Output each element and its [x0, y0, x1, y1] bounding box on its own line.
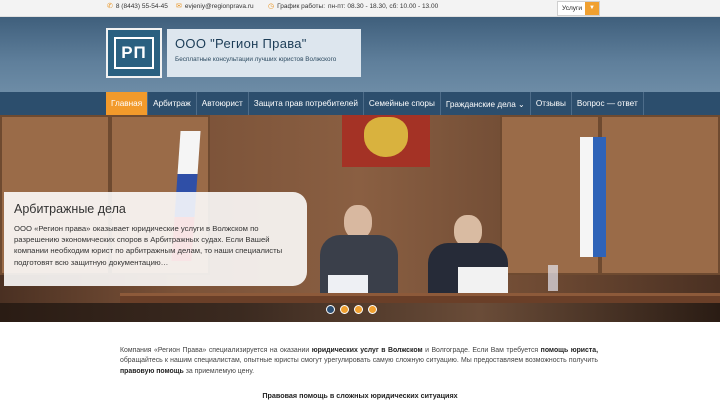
- clock-icon: ◷: [268, 3, 275, 10]
- intro-strong: юридических услуг в Волжском: [311, 347, 423, 354]
- nav-item-auto-lawyer[interactable]: Автоюрист: [197, 92, 249, 115]
- slider-dot-2[interactable]: [340, 305, 349, 314]
- nav-item-faq[interactable]: Вопрос — ответ: [572, 92, 644, 115]
- email-contact[interactable]: ✉ evjeniy@regionprava.ru: [176, 3, 254, 10]
- slide-caption[interactable]: Арбитражные дела ООО «Регион права» оказ…: [4, 192, 307, 286]
- intro-strong: правовую помощь: [120, 367, 184, 375]
- documents: [458, 267, 508, 293]
- services-select-value[interactable]: Услуги: [558, 2, 585, 15]
- name-plate: [328, 275, 368, 293]
- phone-contact[interactable]: ✆ 8 (8443) 55-54-45: [107, 3, 168, 10]
- nav-item-home[interactable]: Главная: [106, 92, 149, 115]
- logo-mark: РП: [114, 37, 154, 69]
- brand-block[interactable]: ООО "Регион Права" Бесплатные консультац…: [167, 29, 361, 77]
- eagle-emblem: [364, 117, 408, 157]
- schedule-label: График работы:: [277, 3, 326, 10]
- mail-icon: ✉: [176, 3, 182, 10]
- intro-text: обращайтесь к нашим специалистам, опытны…: [120, 357, 598, 365]
- intro-text: Компания «Регион Права» специализируется…: [120, 347, 312, 354]
- slider-dot-3[interactable]: [354, 305, 363, 314]
- water-pitcher: [548, 265, 558, 291]
- slider-pagination: [326, 305, 377, 314]
- email-address[interactable]: evjeniy@regionprava.ru: [185, 3, 254, 10]
- main-content: Компания «Регион Права» специализируется…: [0, 322, 720, 405]
- main-nav: Главная Арбитраж Автоюрист Защита прав п…: [0, 92, 720, 115]
- slide-title[interactable]: Арбитражные дела: [14, 202, 307, 216]
- slider-dot-1[interactable]: [326, 305, 335, 314]
- phone-icon: ✆: [107, 3, 113, 10]
- slider-dot-4[interactable]: [368, 305, 377, 314]
- top-bar: ✆ 8 (8443) 55-54-45 ✉ evjeniy@regionprav…: [0, 0, 720, 17]
- company-name: ООО "Регион Права": [175, 36, 307, 51]
- site-header: РП ООО "Регион Права" Бесплатные консуль…: [0, 17, 720, 92]
- nav-item-reviews[interactable]: Отзывы: [531, 92, 572, 115]
- section-heading: Правовая помощь в сложных юридических си…: [262, 391, 458, 400]
- services-select[interactable]: Услуги ▼: [557, 1, 600, 16]
- chevron-down-icon[interactable]: ▼: [585, 2, 599, 15]
- schedule-value: пн-пт: 08.30 - 18.30, сб: 10.00 - 13.00: [328, 3, 439, 10]
- work-schedule: ◷ График работы: пн-пт: 08.30 - 18.30, с…: [268, 3, 438, 10]
- intro-strong: помощь юриста,: [540, 347, 598, 354]
- phone-number[interactable]: 8 (8443) 55-54-45: [116, 3, 168, 10]
- intro-text: за приемлемую цену.: [183, 367, 254, 375]
- intro-text: и Волгограде. Если Вам требуется: [422, 347, 541, 354]
- person-head: [344, 205, 372, 239]
- wall-panel: [600, 115, 720, 275]
- nav-item-civil-cases[interactable]: Гражданские дела ⌄: [441, 92, 531, 115]
- slide-text: ООО «Регион права» оказывает юридические…: [14, 224, 283, 267]
- nav-item-family-disputes[interactable]: Семейные споры: [364, 92, 441, 115]
- logo[interactable]: РП: [106, 28, 162, 78]
- nav-item-arbitration[interactable]: Арбитраж: [148, 92, 197, 115]
- intro-paragraph: Компания «Регион Права» специализируется…: [120, 346, 598, 377]
- flag-right: [580, 137, 606, 257]
- tagline: Бесплатные консультации лучших юристов В…: [175, 56, 337, 63]
- coat-of-arms: [342, 115, 430, 167]
- nav-item-consumer-rights[interactable]: Защита прав потребителей: [249, 92, 364, 115]
